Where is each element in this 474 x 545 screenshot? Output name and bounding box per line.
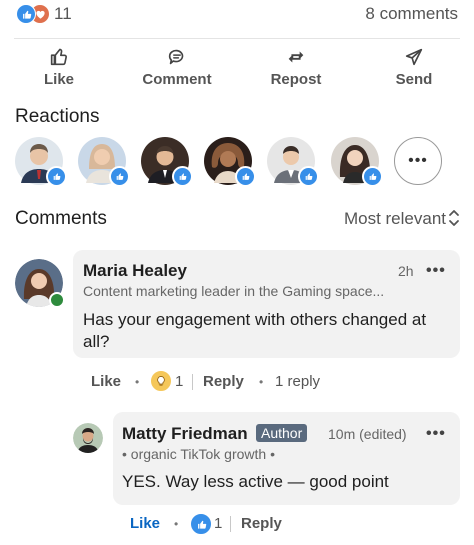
like-label: Like bbox=[43, 71, 74, 88]
reply-reaction-count[interactable]: 1 bbox=[214, 515, 222, 532]
like-badge-icon bbox=[172, 166, 193, 187]
divider bbox=[14, 38, 460, 39]
comment-like-button[interactable]: Like bbox=[91, 373, 121, 390]
like-reaction-icon[interactable] bbox=[190, 513, 212, 535]
comment-more-icon[interactable]: ••• bbox=[426, 262, 446, 280]
sort-chevron-icon[interactable] bbox=[448, 207, 460, 229]
reaction-count[interactable]: 11 bbox=[54, 4, 72, 24]
commenter-headline: Content marketing leader in the Gaming s… bbox=[83, 283, 385, 299]
send-icon bbox=[405, 48, 423, 66]
author-badge: Author bbox=[256, 424, 308, 442]
like-reaction-icon bbox=[16, 4, 36, 24]
separator-dot: • bbox=[174, 517, 179, 531]
reply-text: YES. Way less active — good point bbox=[122, 472, 389, 491]
more-reactions-button[interactable]: ••• bbox=[394, 137, 442, 185]
send-button[interactable]: Send bbox=[369, 46, 459, 92]
like-badge-icon bbox=[109, 166, 130, 187]
comment-label: Comment bbox=[142, 71, 212, 88]
comment-text: Has your engagement with others changed … bbox=[83, 310, 427, 351]
insightful-reaction-icon[interactable] bbox=[150, 370, 172, 392]
reply-like-button[interactable]: Like bbox=[130, 515, 160, 532]
reaction-avatar[interactable] bbox=[331, 137, 383, 187]
reaction-avatar[interactable] bbox=[267, 137, 319, 187]
reaction-avatar[interactable] bbox=[204, 137, 256, 187]
comments-title: Comments bbox=[15, 208, 107, 229]
reaction-icons[interactable] bbox=[16, 4, 52, 24]
comments-count[interactable]: 8 comments bbox=[365, 4, 458, 24]
view-replies-link[interactable]: 1 reply bbox=[275, 373, 320, 390]
like-button[interactable]: Like bbox=[14, 46, 104, 92]
reply-time: 10m (edited) bbox=[328, 426, 407, 442]
reply-author-name[interactable]: Matty Friedman bbox=[122, 424, 248, 444]
thumbs-up-icon bbox=[50, 48, 67, 66]
commenter-name[interactable]: Maria Healey bbox=[83, 261, 187, 281]
comment-time: 2h bbox=[398, 263, 414, 279]
reply-more-icon[interactable]: ••• bbox=[426, 425, 446, 443]
reply-author-avatar[interactable] bbox=[73, 423, 103, 453]
comment-icon bbox=[168, 49, 184, 65]
separator-dot: • bbox=[135, 375, 140, 389]
like-badge-icon bbox=[235, 166, 256, 187]
repost-button[interactable]: Repost bbox=[251, 46, 341, 92]
comment-reply-button[interactable]: Reply bbox=[203, 373, 244, 390]
like-badge-icon bbox=[46, 166, 67, 187]
divider bbox=[230, 516, 231, 532]
repost-icon bbox=[288, 51, 304, 63]
like-badge-icon bbox=[298, 166, 319, 187]
divider bbox=[192, 374, 193, 390]
separator-dot: • bbox=[259, 375, 264, 389]
reactions-title: Reactions bbox=[15, 106, 100, 127]
reaction-avatar[interactable] bbox=[15, 137, 67, 187]
repost-label: Repost bbox=[270, 71, 322, 88]
online-status-icon bbox=[49, 292, 65, 308]
like-badge-icon bbox=[362, 166, 383, 187]
reply-author-headline: • organic TikTok growth • bbox=[122, 446, 275, 462]
sort-dropdown[interactable]: Most relevant bbox=[344, 209, 446, 229]
reaction-avatar[interactable] bbox=[141, 137, 193, 187]
reaction-avatar[interactable] bbox=[78, 137, 130, 187]
comment-button[interactable]: Comment bbox=[132, 46, 222, 92]
send-label: Send bbox=[395, 71, 433, 88]
comment-reaction-count[interactable]: 1 bbox=[175, 373, 183, 390]
reply-reply-button[interactable]: Reply bbox=[241, 515, 282, 532]
